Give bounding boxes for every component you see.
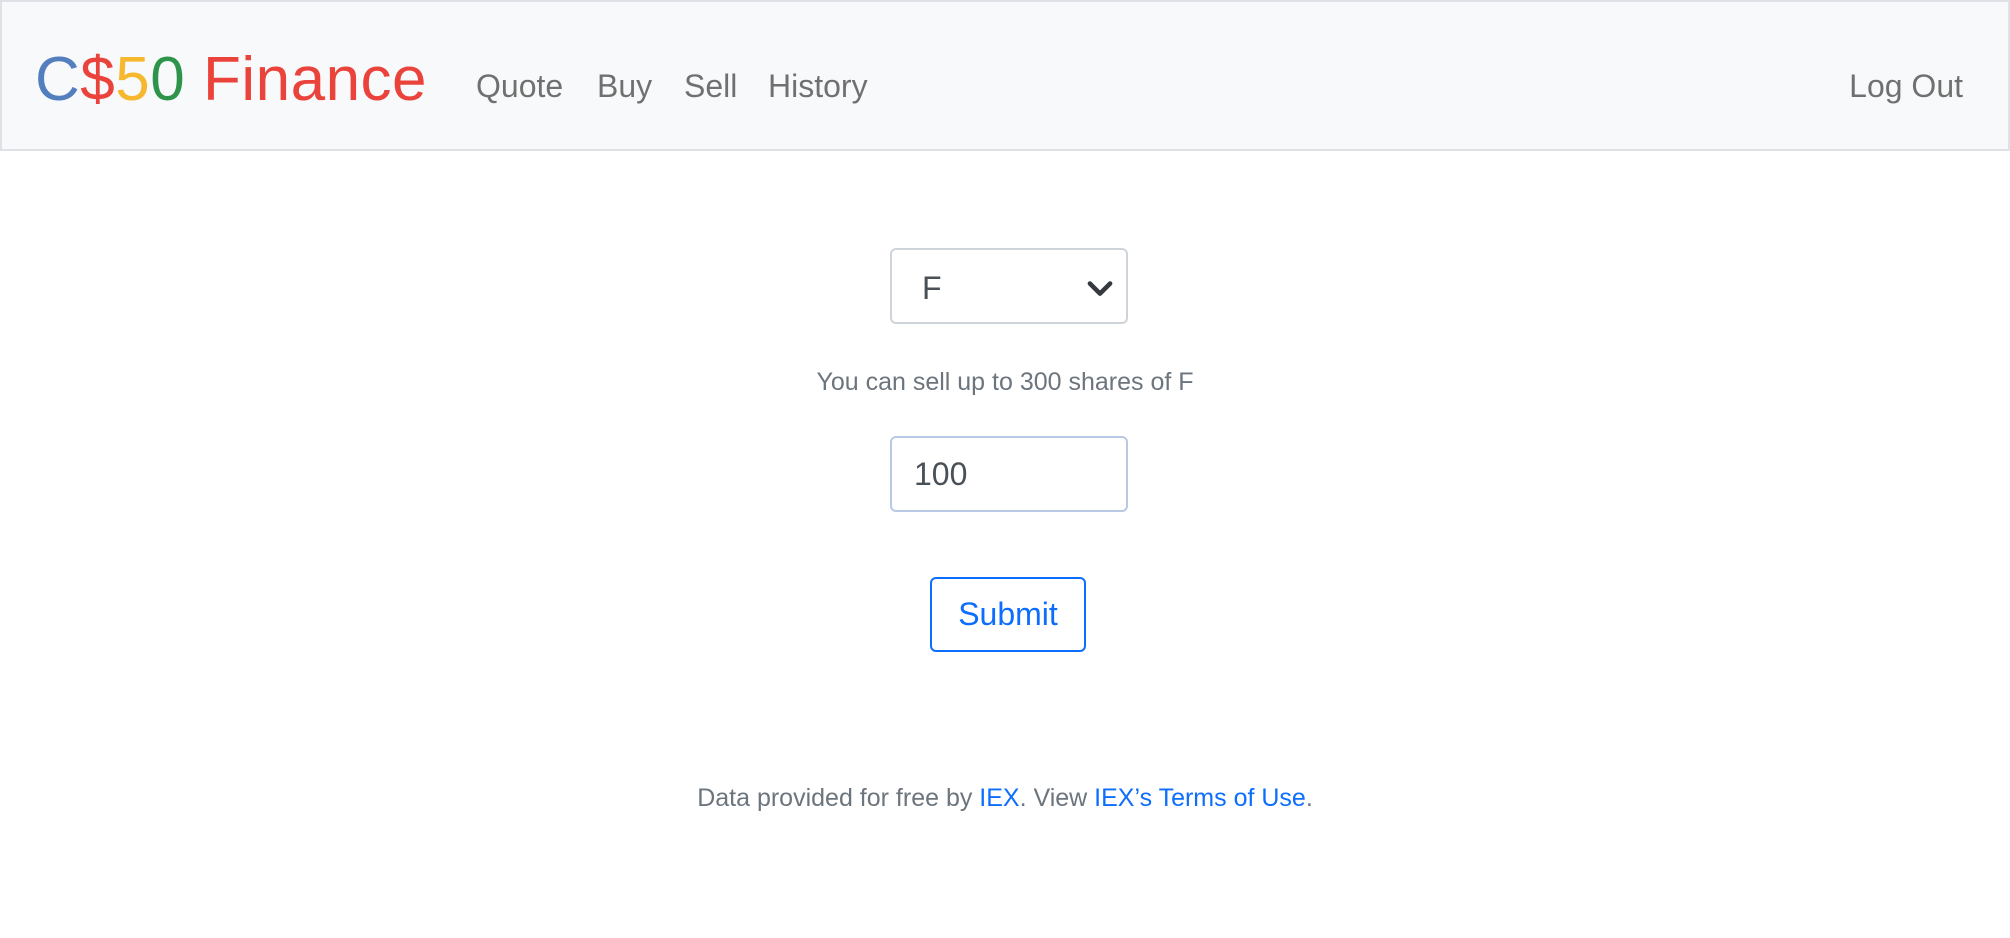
nav-link-sell[interactable]: Sell	[684, 66, 737, 106]
chevron-down-icon	[1087, 281, 1113, 296]
footer-text-before: Data provided for free by	[697, 784, 980, 812]
nav-link-logout[interactable]: Log Out	[1849, 66, 1963, 106]
brand-logo[interactable]: C$50 Finance	[35, 42, 427, 118]
submit-button[interactable]: Submit	[930, 577, 1086, 652]
symbol-select[interactable]: F	[890, 248, 1128, 324]
brand-finance: Finance	[185, 45, 428, 114]
sell-limit-hint: You can sell up to 300 shares of F	[816, 368, 1194, 396]
brand-dollar: $	[80, 45, 116, 114]
footer-text-after: .	[1305, 784, 1313, 812]
brand-letter-c: C	[35, 45, 81, 114]
footer-text-middle: . View	[1019, 784, 1095, 812]
iex-link[interactable]: IEX	[979, 784, 1019, 812]
footer: Data provided for free by IEX. View IEX’…	[0, 782, 2010, 814]
nav-link-history[interactable]: History	[768, 66, 868, 106]
nav-link-buy[interactable]: Buy	[597, 66, 652, 106]
iex-terms-link[interactable]: IEX’s Terms of Use	[1094, 784, 1306, 812]
symbol-select-value: F	[922, 270, 942, 306]
shares-input[interactable]	[890, 436, 1128, 512]
brand-five: 5	[115, 45, 151, 114]
brand-zero: 0	[150, 45, 186, 114]
navbar: C$50 Finance Quote Buy Sell History Log …	[0, 0, 2010, 151]
nav-link-quote[interactable]: Quote	[476, 66, 563, 106]
